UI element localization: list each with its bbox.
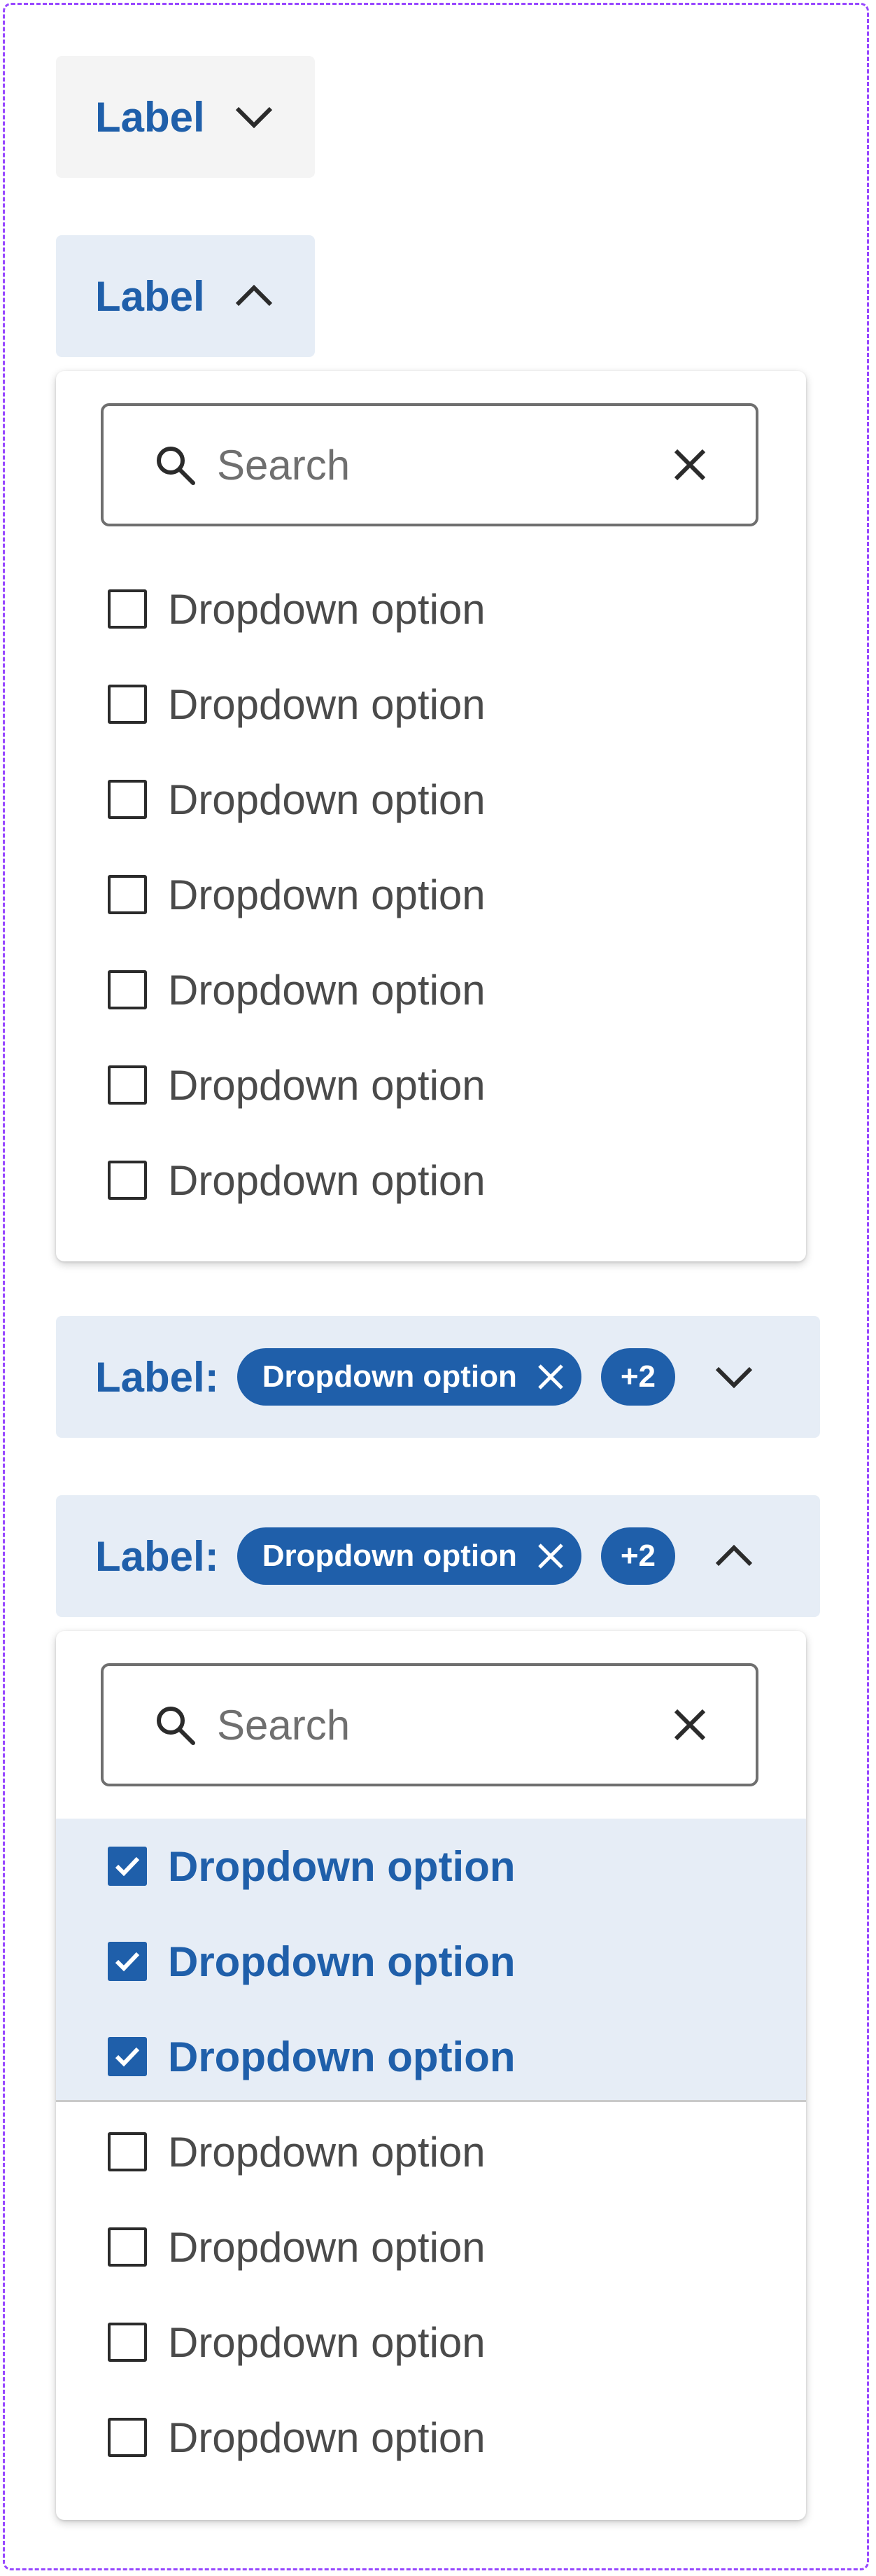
dropdown-option[interactable]: Dropdown option xyxy=(56,942,806,1037)
checkbox[interactable] xyxy=(108,589,147,629)
dropdown-trigger-selected-closed[interactable]: Label: Dropdown option +2 xyxy=(56,1316,820,1438)
search-field[interactable] xyxy=(101,1663,758,1786)
dropdown-option-selected[interactable]: Dropdown option xyxy=(56,2009,806,2104)
dropdown-option[interactable]: Dropdown option xyxy=(56,847,806,942)
dropdown-option[interactable]: Dropdown option xyxy=(56,2390,806,2485)
checkbox[interactable] xyxy=(108,780,147,819)
checkbox-checked[interactable] xyxy=(108,1847,147,1886)
option-label: Dropdown option xyxy=(168,680,486,728)
checkbox[interactable] xyxy=(108,875,147,914)
chip-label: Dropdown option xyxy=(262,1359,517,1394)
option-label: Dropdown option xyxy=(168,1061,486,1109)
search-input[interactable] xyxy=(217,1700,609,1749)
checkbox-checked[interactable] xyxy=(108,1942,147,1981)
dropdown-option[interactable]: Dropdown option xyxy=(56,561,806,657)
option-label: Dropdown option xyxy=(168,1938,516,1985)
dropdown-label: Label: xyxy=(95,1532,219,1580)
dropdown-menu: Dropdown option Dropdown option Dropdown… xyxy=(56,1631,806,2520)
more-count-badge: +2 xyxy=(600,1527,675,1585)
close-icon[interactable] xyxy=(672,1707,708,1743)
checkmark-icon xyxy=(115,1856,140,1877)
dropdown-trigger-closed[interactable]: Label xyxy=(56,56,315,178)
close-icon[interactable] xyxy=(672,447,708,483)
checkmark-icon xyxy=(115,2047,140,2067)
search-field[interactable] xyxy=(101,403,758,526)
option-label: Dropdown option xyxy=(168,2128,486,2176)
checkbox[interactable] xyxy=(108,1161,147,1200)
selected-chip: Dropdown option xyxy=(236,1527,581,1585)
checkbox[interactable] xyxy=(108,1065,147,1105)
chip-label: Dropdown option xyxy=(262,1539,517,1573)
option-label: Dropdown option xyxy=(168,1156,486,1204)
option-label: Dropdown option xyxy=(168,2414,486,2461)
option-label: Dropdown option xyxy=(168,2033,516,2080)
option-label: Dropdown option xyxy=(168,585,486,633)
checkbox[interactable] xyxy=(108,2323,147,2362)
search-input[interactable] xyxy=(217,440,609,489)
dropdown-option[interactable]: Dropdown option xyxy=(56,657,806,752)
checkbox[interactable] xyxy=(108,2227,147,2267)
close-icon[interactable] xyxy=(537,1363,565,1391)
dropdown-label: Label: xyxy=(95,1353,219,1401)
option-label: Dropdown option xyxy=(168,871,486,918)
dropdown-option[interactable]: Dropdown option xyxy=(56,1133,806,1228)
chevron-up-icon xyxy=(713,1542,755,1570)
dropdown-option[interactable]: Dropdown option xyxy=(56,2199,806,2295)
selected-chip: Dropdown option xyxy=(236,1348,581,1406)
dropdown-menu: Dropdown option Dropdown option Dropdown… xyxy=(56,371,806,1261)
divider xyxy=(56,2100,806,2102)
option-label: Dropdown option xyxy=(168,1842,516,1890)
checkbox[interactable] xyxy=(108,970,147,1009)
dropdown-option-selected[interactable]: Dropdown option xyxy=(56,1819,806,1914)
search-icon xyxy=(153,442,197,487)
option-label: Dropdown option xyxy=(168,776,486,823)
dropdown-option-selected[interactable]: Dropdown option xyxy=(56,1914,806,2009)
dropdown-option[interactable]: Dropdown option xyxy=(56,2104,806,2199)
dropdown-label: Label xyxy=(95,93,205,141)
dropdown-option[interactable]: Dropdown option xyxy=(56,752,806,847)
checkbox[interactable] xyxy=(108,685,147,724)
dropdown-option[interactable]: Dropdown option xyxy=(56,1037,806,1133)
dropdown-trigger-selected-open[interactable]: Label: Dropdown option +2 xyxy=(56,1495,820,1617)
dropdown-trigger-open[interactable]: Label xyxy=(56,235,315,357)
dropdown-label: Label xyxy=(95,272,205,320)
chevron-down-icon xyxy=(713,1363,755,1391)
close-icon[interactable] xyxy=(537,1542,565,1570)
checkbox-checked[interactable] xyxy=(108,2037,147,2076)
dropdown-option[interactable]: Dropdown option xyxy=(56,2295,806,2390)
chevron-up-icon xyxy=(233,282,275,310)
checkmark-icon xyxy=(115,1952,140,1972)
checkbox[interactable] xyxy=(108,2418,147,2457)
option-label: Dropdown option xyxy=(168,2318,486,2366)
search-icon xyxy=(153,1702,197,1747)
checkbox[interactable] xyxy=(108,2132,147,2171)
option-label: Dropdown option xyxy=(168,2223,486,2271)
more-count-badge: +2 xyxy=(600,1348,675,1406)
option-label: Dropdown option xyxy=(168,966,486,1014)
chevron-down-icon xyxy=(233,103,275,131)
